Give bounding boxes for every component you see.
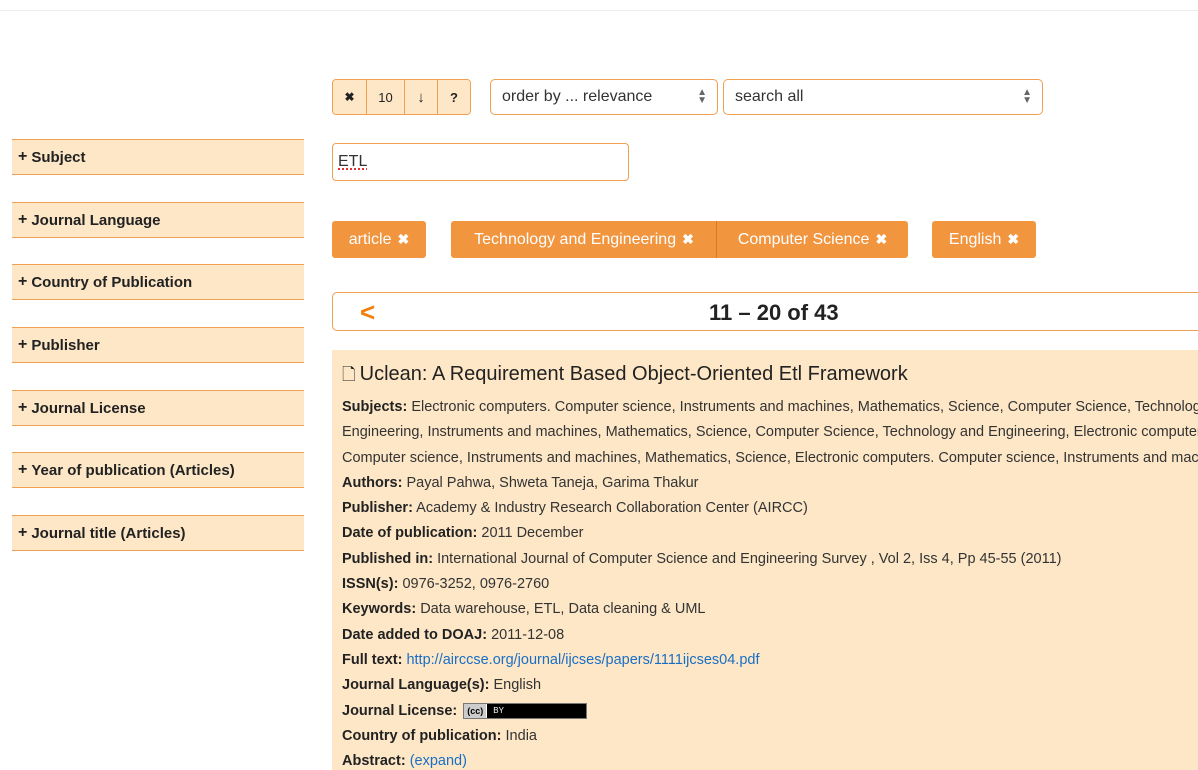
keywords-label: Keywords <box>342 601 412 618</box>
full-text-label: Full text <box>342 651 398 668</box>
facet-journal-title[interactable]: + Journal title (Articles) <box>12 515 304 551</box>
result-published-in: Published in: International Journal of C… <box>342 550 1062 567</box>
filter-chip-label: Computer Science <box>737 230 870 248</box>
result-subjects: Subjects: Electronic computers. Computer… <box>342 395 1198 471</box>
date-label: Date of publication <box>342 525 473 542</box>
published-in-label: Published in <box>342 550 429 567</box>
result-date-added: Date added to DOAJ: 2011-12-08 <box>342 626 565 643</box>
plus-icon: + <box>18 524 28 541</box>
filter-chip-article[interactable]: article ✖ <box>332 221 426 258</box>
select-arrows-icon: ▲ ▼ <box>1022 87 1032 106</box>
result-title-row: 🗋 Uclean: A Requirement Based Object-Orie… <box>342 362 1198 391</box>
search-field-select[interactable]: search all ▲ ▼ <box>723 79 1043 115</box>
facet-label: Journal title (Articles) <box>31 524 186 542</box>
facet-journal-license[interactable]: + Journal License <box>12 390 304 426</box>
search-input-value: ETL <box>338 153 368 170</box>
published-in-value: International Journal of Computer Scienc… <box>437 550 1062 567</box>
facet-country-of-publication[interactable]: + Country of Publication <box>12 264 304 300</box>
plus-icon: + <box>18 399 28 416</box>
facet-publisher[interactable]: + Publisher <box>12 327 304 363</box>
cc-by-license-icon[interactable]: (cc) BY <box>463 702 588 719</box>
result-date: Date of publication: 2011 December <box>342 525 584 542</box>
search-input[interactable]: ETL <box>332 143 629 181</box>
facet-label: Journal Language <box>31 211 161 229</box>
facet-label: Journal License <box>31 399 146 417</box>
plus-icon: + <box>18 336 28 353</box>
select-arrows-icon: ▲ ▼ <box>697 87 707 106</box>
result-license: Journal License: (cc) BY <box>342 699 1198 724</box>
result-range: 11 – 20 of 43 <box>709 300 839 325</box>
sort-direction-icon[interactable]: ↓ <box>405 80 438 114</box>
search-controls: ✖ 10 ↓ ? <box>332 79 471 115</box>
plus-icon: + <box>18 273 28 290</box>
result-country: Country of publication: India <box>342 727 537 744</box>
publisher-label: Publisher <box>342 500 409 517</box>
filter-chip-computer-science[interactable]: Computer Science ✖ <box>717 221 908 258</box>
pagination-bar: < 11 – 20 of 43 <box>332 292 1198 331</box>
filter-chip-label: Technology and Engineering <box>474 230 677 248</box>
clear-icon[interactable]: ✖ <box>333 80 367 114</box>
remove-icon[interactable]: ✖ <box>875 231 887 248</box>
subjects-value: Electronic computers. Computer science, … <box>342 399 1198 466</box>
order-by-value: order by ... relevance <box>502 88 653 105</box>
top-divider <box>0 10 1198 11</box>
help-button[interactable]: ? <box>438 80 470 114</box>
keywords-value: Data warehouse, ETL, Data cleaning & UML <box>420 601 706 618</box>
facet-label: Publisher <box>31 336 100 354</box>
order-by-select[interactable]: order by ... relevance ▲ ▼ <box>490 79 718 115</box>
abstract-expand-link[interactable]: (expand) <box>410 753 467 769</box>
result-language: Journal Language(s): English <box>342 677 542 694</box>
issn-value: 0976-3252, 0976-2760 <box>402 576 550 593</box>
facet-label: Subject <box>31 148 86 166</box>
date-value: 2011 December <box>481 525 584 542</box>
facet-label: Country of Publication <box>31 273 193 291</box>
filter-chip-technology-and-engineering[interactable]: Technology and Engineering ✖ <box>451 221 717 258</box>
plus-icon: + <box>18 148 28 165</box>
result-full-text: Full text: http://airccse.org/journal/ij… <box>342 651 760 668</box>
authors-value: Payal Pahwa, Shweta Taneja, Garima Thaku… <box>406 474 699 491</box>
result-abstract: Abstract: (expand) <box>342 753 467 770</box>
search-field-value: search all <box>735 88 804 105</box>
result-publisher: Publisher: Academy & Industry Research C… <box>342 500 808 517</box>
full-text-link[interactable]: http://airccse.org/journal/ijcses/papers… <box>406 652 759 668</box>
result-title[interactable]: Uclean: A Requirement Based Object-Orien… <box>360 363 908 385</box>
publisher-value: Academy & Industry Research Collaboratio… <box>416 500 808 517</box>
facet-journal-language[interactable]: + Journal Language <box>12 202 304 238</box>
remove-icon[interactable]: ✖ <box>682 231 694 248</box>
filter-chip-label: English <box>948 230 1002 248</box>
date-added-label: Date added to DOAJ <box>342 626 483 643</box>
plus-icon: + <box>18 461 28 478</box>
page-size-button[interactable]: 10 <box>367 80 405 114</box>
country-label: Country of publication <box>342 727 497 744</box>
remove-icon[interactable]: ✖ <box>1007 231 1019 248</box>
remove-icon[interactable]: ✖ <box>397 231 409 248</box>
language-value: English <box>493 677 542 694</box>
facet-label: Year of publication (Articles) <box>31 461 235 479</box>
document-icon: 🗋 <box>342 365 356 384</box>
issn-label: ISSN(s) <box>342 576 394 593</box>
authors-label: Authors <box>342 474 398 491</box>
country-value: India <box>505 727 537 744</box>
facet-subject[interactable]: + Subject <box>12 139 304 175</box>
filter-chip-english[interactable]: English ✖ <box>932 221 1036 258</box>
facet-year-of-publication[interactable]: + Year of publication (Articles) <box>12 452 304 488</box>
language-label: Journal Language(s) <box>342 677 485 694</box>
result-keywords: Keywords: Data warehouse, ETL, Data clea… <box>342 601 706 618</box>
result-issn: ISSN(s): 0976-3252, 0976-2760 <box>342 576 550 593</box>
previous-page-icon[interactable]: < <box>360 299 375 325</box>
result-card: 🗋 Uclean: A Requirement Based Object-Orie… <box>332 350 1198 770</box>
filter-chip-label: article <box>348 230 392 248</box>
abstract-label: Abstract <box>342 753 401 770</box>
license-label: Journal License <box>342 702 453 719</box>
result-authors: Authors: Payal Pahwa, Shweta Taneja, Gar… <box>342 474 699 491</box>
date-added-value: 2011-12-08 <box>491 626 565 643</box>
subjects-label: Subjects <box>342 399 403 415</box>
plus-icon: + <box>18 211 28 228</box>
